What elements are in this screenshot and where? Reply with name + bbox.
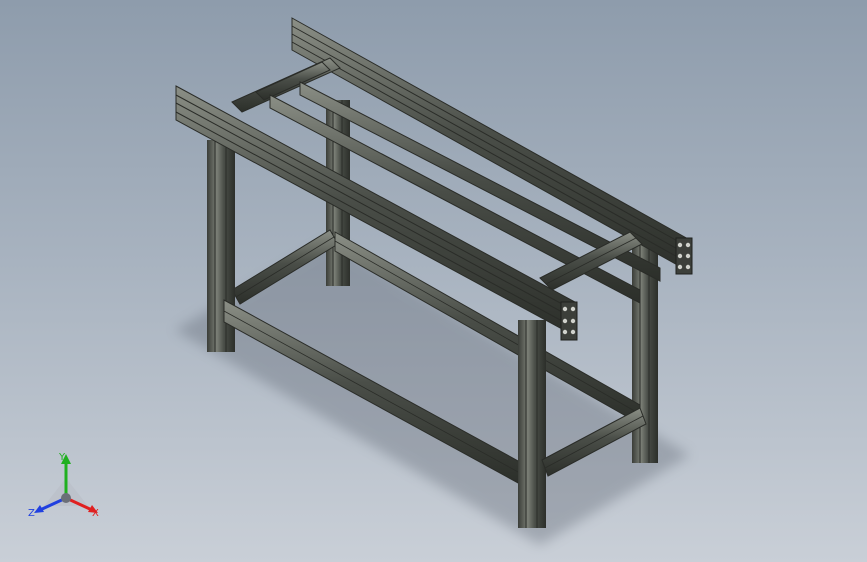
y-axis-label: Y [58,452,66,463]
x-axis-label: X [92,508,99,519]
graphics-viewport[interactable]: Y X Z [0,0,867,562]
front-right-leg [518,320,546,528]
workbench-frame-model[interactable] [0,0,867,562]
z-axis-label: Z [28,508,35,519]
coordinate-triad-icon: Y X Z [28,452,99,519]
